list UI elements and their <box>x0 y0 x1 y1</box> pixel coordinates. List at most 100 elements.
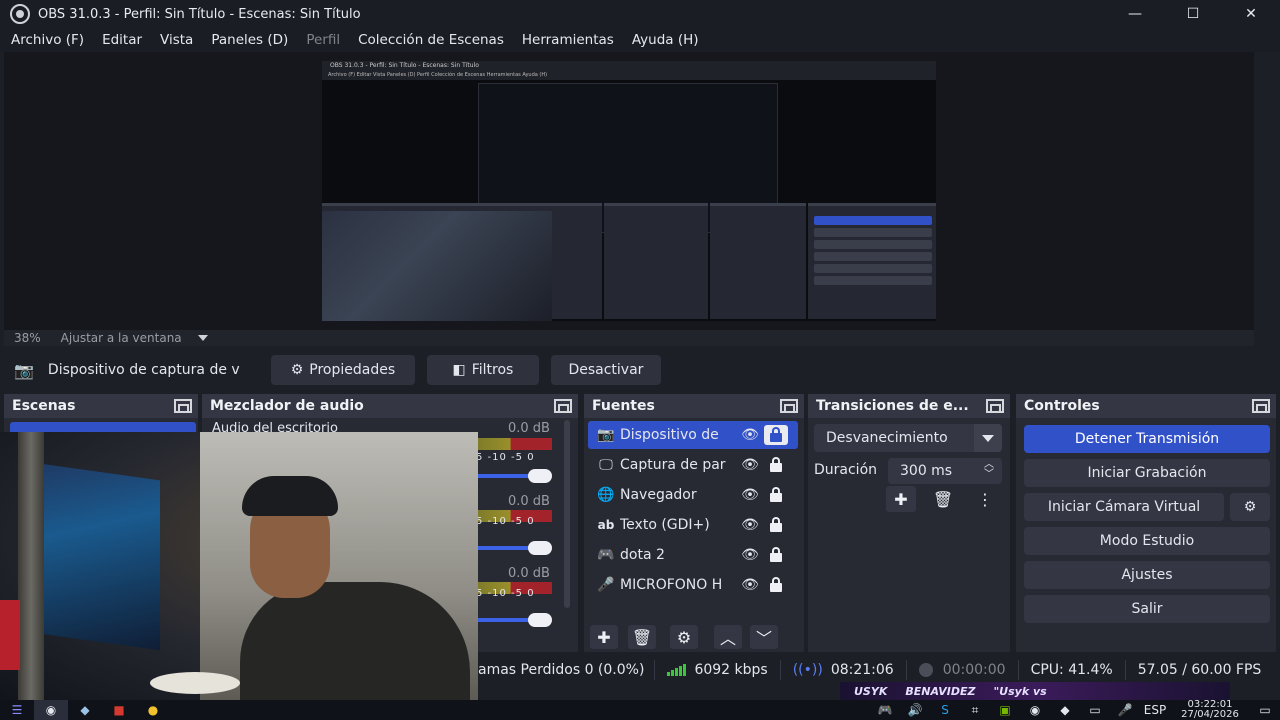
banner-text: USYK <box>854 684 888 698</box>
undock-icon[interactable] <box>554 399 572 413</box>
volume-slider[interactable] <box>476 469 552 483</box>
language-indicator[interactable]: ESP <box>1140 703 1170 717</box>
deactivate-button[interactable]: Desactivar <box>550 355 661 385</box>
more-options-icon[interactable]: ⋮ <box>970 486 1000 512</box>
lock-icon[interactable] <box>764 575 788 595</box>
record-icon <box>918 663 933 677</box>
signal-icon <box>667 664 687 676</box>
transitions-dock: Transiciones de e... Desvanecimiento Dur… <box>808 394 1010 652</box>
lock-icon[interactable] <box>764 425 788 445</box>
add-transition-button[interactable]: ✚ <box>886 486 916 512</box>
undock-icon[interactable] <box>1252 399 1270 413</box>
controller-icon[interactable]: 🎮 <box>870 703 900 717</box>
eye-icon[interactable]: 👁 <box>736 577 764 593</box>
transitions-dock-header: Transiciones de e... <box>808 394 1010 418</box>
menu-edit[interactable]: Editar <box>93 32 151 48</box>
mixer-channel-db: 0.0 dB <box>508 566 550 581</box>
eye-icon[interactable]: 👁 <box>736 427 764 443</box>
undock-icon[interactable] <box>174 399 192 413</box>
zoom-mode[interactable]: Ajustar a la ventana <box>51 331 192 345</box>
obs-tray-icon[interactable]: ◉ <box>1020 703 1050 717</box>
source-item[interactable]: ab Texto (GDI+) 👁 <box>588 511 798 539</box>
eye-icon[interactable]: 👁 <box>736 457 764 473</box>
display-icon[interactable]: ▭ <box>1080 703 1110 717</box>
chevron-down-icon[interactable] <box>974 424 1002 452</box>
menu-view[interactable]: Vista <box>151 32 202 48</box>
chevron-up-icon[interactable]: ︿ <box>714 625 742 649</box>
eye-icon[interactable]: 👁 <box>736 517 764 533</box>
properties-label: Propiedades <box>309 362 396 378</box>
scenes-title: Escenas <box>12 398 76 414</box>
volume-slider-handle[interactable] <box>528 469 552 483</box>
obs-taskbar-icon[interactable]: ◉ <box>34 700 68 720</box>
undock-icon[interactable] <box>986 399 1004 413</box>
lock-icon[interactable] <box>764 455 788 475</box>
preview-mini-button <box>814 264 932 273</box>
notification-icon[interactable]: ▭ <box>1250 703 1280 717</box>
lock-icon[interactable] <box>764 515 788 535</box>
mixer-scrollbar[interactable] <box>564 420 570 608</box>
clock[interactable]: 03:22:01 27/04/2026 <box>1170 700 1250 720</box>
source-item[interactable]: 🖵 Captura de par 👁 <box>588 451 798 479</box>
add-source-button[interactable]: ✚ <box>590 625 618 649</box>
fps-indicator: 57.05 / 60.00 FPS <box>1124 660 1274 680</box>
spin-arrows-icon[interactable]: ︿ ﹀ <box>984 460 994 480</box>
eye-icon[interactable]: 👁 <box>736 487 764 503</box>
task-view-icon[interactable]: ☰ <box>0 700 34 720</box>
scene-item[interactable] <box>10 422 196 432</box>
menu-tools[interactable]: Herramientas <box>513 32 623 48</box>
steam-tray-icon[interactable]: ◆ <box>1050 703 1080 717</box>
minimize-button[interactable]: — <box>1106 0 1164 28</box>
skype-icon[interactable]: S <box>930 703 960 717</box>
steam-icon[interactable]: ◆ <box>68 700 102 720</box>
nvidia-icon[interactable]: ▣ <box>990 703 1020 717</box>
record-time-value: 00:00:00 <box>942 662 1006 678</box>
banner-text: "Usyk vs <box>993 684 1047 698</box>
chevron-down-icon[interactable] <box>197 335 208 341</box>
source-item[interactable]: 🌐 Navegador 👁 <box>588 481 798 509</box>
trash-icon[interactable]: 🗑 <box>928 486 958 512</box>
chevron-down-icon[interactable]: ﹀ <box>750 625 778 649</box>
record-time: 00:00:00 <box>905 660 1018 680</box>
menu-docks[interactable]: Paneles (D) <box>202 32 297 48</box>
zoom-value: 38% <box>14 331 41 345</box>
virtual-camera-button[interactable]: Iniciar Cámara Virtual <box>1024 493 1224 521</box>
microphone-icon[interactable]: 🎤 <box>1110 703 1140 717</box>
duration-spinbox[interactable]: 300 ms ︿ ﹀ <box>888 458 1002 484</box>
trash-icon[interactable]: 🗑 <box>628 625 656 649</box>
close-button[interactable]: ✕ <box>1222 0 1280 28</box>
start-recording-button[interactable]: Iniciar Grabación <box>1024 459 1270 487</box>
maximize-button[interactable]: ☐ <box>1164 0 1222 28</box>
undock-icon[interactable] <box>780 399 798 413</box>
clock-date: 27/04/2026 <box>1181 709 1239 720</box>
properties-button[interactable]: ⚙ Propiedades <box>270 355 415 385</box>
volume-slider[interactable] <box>476 541 552 555</box>
source-item[interactable]: 🎤 MICROFONO H 👁 <box>588 571 798 599</box>
speaker-icon[interactable]: 🔊 <box>900 703 930 717</box>
gear-icon[interactable]: ⚙ <box>1230 493 1270 521</box>
volume-slider[interactable] <box>476 613 552 627</box>
menu-help[interactable]: Ayuda (H) <box>623 32 708 48</box>
exit-button[interactable]: Salir <box>1024 595 1270 623</box>
eye-icon[interactable]: 👁 <box>736 547 764 563</box>
volume-slider-handle[interactable] <box>528 541 552 555</box>
menu-profile: Perfil <box>306 32 341 48</box>
dota-icon[interactable]: ■ <box>102 700 136 720</box>
network-icon[interactable]: ⌗ <box>960 703 990 718</box>
studio-mode-button[interactable]: Modo Estudio <box>1024 527 1270 555</box>
stop-stream-button[interactable]: Detener Transmisión <box>1024 425 1270 453</box>
chrome-icon[interactable]: ● <box>136 700 170 720</box>
settings-button[interactable]: Ajustes <box>1024 561 1270 589</box>
gear-icon[interactable]: ⚙ <box>670 625 698 649</box>
menu-scene-collection[interactable]: Colección de Escenas <box>349 32 513 48</box>
lock-icon[interactable] <box>764 485 788 505</box>
filters-button[interactable]: ◧ Filtros <box>426 355 539 385</box>
volume-slider-handle[interactable] <box>528 613 552 627</box>
source-item[interactable]: 📷 Dispositivo de 👁 <box>588 421 798 449</box>
lock-icon[interactable] <box>764 545 788 565</box>
source-item[interactable]: 🎮 dota 2 👁 <box>588 541 798 569</box>
menu-file[interactable]: Archivo (F) <box>2 32 93 48</box>
title-bar: OBS 31.0.3 - Perfil: Sin Título - Escena… <box>0 0 1280 28</box>
transition-select[interactable]: Desvanecimiento <box>814 424 1002 452</box>
preview-canvas[interactable]: OBS 31.0.3 - Perfil: Sin Título - Escena… <box>322 61 936 321</box>
